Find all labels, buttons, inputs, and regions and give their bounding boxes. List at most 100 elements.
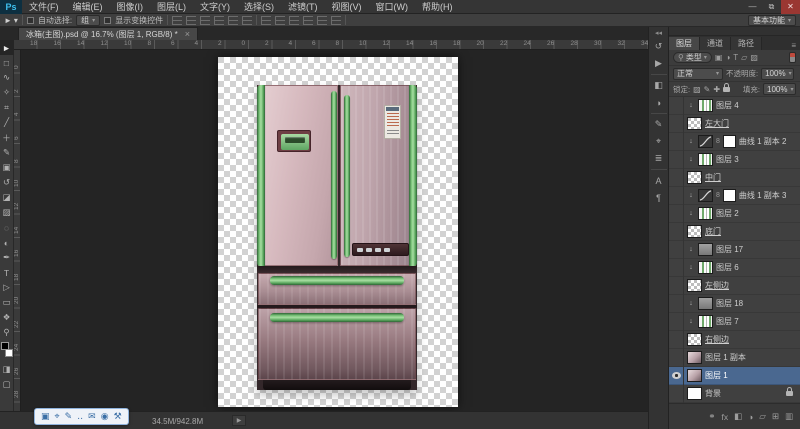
layer-thumbnail[interactable] — [698, 297, 713, 310]
blend-mode-dropdown[interactable]: 正常 ▾ — [673, 67, 723, 80]
horizontal-ruler[interactable]: 18 16 14 12 10 8 6 4 2 0 2 4 6 8 10 12 14 16 18 20 22 24 26 28 3… — [14, 40, 648, 50]
lock-transparent-icon[interactable]: ▨ — [693, 85, 701, 94]
layer-row[interactable]: 背景 — [669, 384, 800, 403]
layer-style-icon[interactable]: fx — [722, 412, 729, 422]
show-transform-checkbox[interactable] — [104, 16, 112, 24]
crop-tool[interactable]: ⌗ — [0, 100, 14, 115]
layer-thumbnail[interactable] — [687, 333, 702, 346]
type-filter-icon[interactable]: T — [733, 53, 738, 62]
adjustments-panel-icon[interactable]: ◑ — [650, 94, 668, 111]
brush-panel-icon[interactable]: ✎ — [650, 116, 668, 133]
layer-mask-thumbnail[interactable] — [722, 135, 736, 148]
gradient-tool[interactable]: ▨ — [0, 205, 14, 220]
menu-item[interactable]: 文件(F) — [22, 0, 66, 14]
screen-mode-button[interactable]: ▢ — [0, 377, 14, 392]
menu-item[interactable]: 窗口(W) — [369, 0, 416, 14]
tools-icon[interactable]: ⚒ — [114, 412, 122, 421]
layer-row[interactable]: ↓ 图层 6 — [669, 258, 800, 277]
person-icon[interactable]: ◉ — [101, 412, 109, 421]
delete-layer-icon[interactable]: ▥ — [785, 411, 793, 422]
opacity-dropdown[interactable]: 100% ▾ — [761, 67, 795, 80]
layer-row[interactable]: ↓ 图层 4 — [669, 97, 800, 115]
align-icon[interactable] — [228, 15, 239, 25]
path-selection-tool[interactable]: ▷ — [0, 280, 14, 295]
layer-visibility-toggle[interactable] — [669, 150, 684, 169]
distribute-icon[interactable] — [317, 15, 328, 25]
fill-dropdown[interactable]: 100% ▾ — [763, 83, 796, 95]
pen-icon[interactable]: ✎ — [65, 412, 73, 421]
actions-panel-icon[interactable]: ▶ — [650, 55, 668, 72]
layer-thumbnail[interactable] — [687, 387, 702, 400]
layer-visibility-toggle[interactable] — [669, 330, 684, 349]
layer-visibility-toggle[interactable] — [669, 312, 684, 331]
layer-visibility-toggle[interactable] — [669, 168, 684, 187]
blur-tool[interactable]: ◌ — [0, 220, 14, 235]
tab-close-icon[interactable]: × — [185, 29, 190, 39]
adjustment-filter-icon[interactable]: ◑ — [725, 53, 730, 62]
layer-visibility-toggle[interactable] — [669, 114, 684, 133]
layer-visibility-toggle[interactable] — [669, 204, 684, 223]
link-layers-icon[interactable]: ⚭ — [708, 411, 715, 422]
layer-row[interactable]: 底门 — [669, 222, 800, 241]
panel-tab-通道[interactable]: 通道 — [700, 37, 731, 50]
layer-row[interactable]: 图层 1 — [669, 366, 800, 385]
menu-item[interactable]: 文字(Y) — [193, 0, 237, 14]
auto-select-checkbox[interactable] — [26, 16, 34, 24]
message-icon[interactable]: ✉ — [88, 412, 96, 421]
layer-row[interactable]: ↓ 图层 18 — [669, 294, 800, 313]
quick-selection-tool[interactable]: ✧ — [0, 85, 14, 100]
layer-visibility-toggle[interactable] — [669, 222, 684, 241]
new-layer-icon[interactable]: ⊞ — [772, 411, 779, 422]
layer-thumbnail[interactable] — [698, 99, 713, 112]
ellipse-icon[interactable]: ⌖ — [55, 412, 60, 421]
menu-item[interactable]: 滤镜(T) — [281, 0, 325, 14]
smart-object-filter-icon[interactable]: ▨ — [750, 53, 758, 62]
distribute-icon[interactable] — [303, 15, 314, 25]
auto-select-dropdown[interactable]: 组 ▾ — [76, 14, 101, 26]
marquee-tool[interactable]: □ — [0, 55, 14, 70]
layer-visibility-toggle[interactable] — [669, 366, 684, 385]
curves-adjustment-icon[interactable] — [698, 189, 713, 202]
pen-tool[interactable]: ✒ — [0, 250, 14, 265]
zoom-tool[interactable]: ⚲ — [0, 325, 14, 340]
layer-visibility-toggle[interactable] — [669, 97, 684, 115]
layer-visibility-toggle[interactable] — [669, 240, 684, 259]
clone-stamp-tool[interactable]: ▣ — [0, 160, 14, 175]
foreground-color-swatch[interactable] — [0, 342, 9, 350]
distribute-icon[interactable] — [289, 15, 300, 25]
document-tab[interactable]: 冰箱(主图).psd @ 16.7% (图层 1, RGB/8) * × — [18, 27, 198, 40]
panel-menu-icon[interactable]: ≡ — [787, 41, 800, 50]
layer-thumbnail[interactable] — [687, 225, 702, 238]
layer-visibility-toggle[interactable] — [669, 294, 684, 313]
menu-item[interactable]: 选择(S) — [237, 0, 281, 14]
color-panel-icon[interactable]: ◧ — [650, 77, 668, 94]
clone-source-panel-icon[interactable]: ⌖ — [650, 133, 668, 150]
layer-row[interactable]: ↓ 8 曲线 1 副本 2 — [669, 132, 800, 151]
layer-row[interactable]: ↓ 图层 2 — [669, 204, 800, 223]
move-tool[interactable]: ► — [0, 40, 14, 55]
type-tool[interactable]: T — [0, 265, 14, 280]
layer-row[interactable]: ↓ 图层 7 — [669, 312, 800, 331]
align-icon[interactable] — [200, 15, 211, 25]
new-adjustment-icon[interactable]: ◑ — [748, 412, 753, 422]
lasso-tool[interactable]: ∿ — [0, 70, 14, 85]
align-icon[interactable] — [186, 15, 197, 25]
healing-brush-tool[interactable]: ＋ — [0, 130, 14, 145]
history-brush-tool[interactable]: ↺ — [0, 175, 14, 190]
distribute-icon[interactable] — [275, 15, 286, 25]
panel-tab-路径[interactable]: 路径 — [731, 37, 762, 50]
lock-all-icon[interactable] — [723, 82, 731, 92]
align-icon[interactable] — [214, 15, 225, 25]
layer-thumbnail[interactable] — [687, 279, 702, 292]
panel-dock-header[interactable] — [669, 27, 800, 36]
info-panel-icon[interactable]: ≣ — [650, 150, 668, 167]
workspace-switcher[interactable]: 基本功能 ▾ — [747, 14, 796, 26]
quick-mask-button[interactable]: ◨ — [0, 362, 14, 377]
filter-kind-dropdown[interactable]: ⚲ 类型 ▾ — [673, 52, 712, 63]
menu-item[interactable]: 图层(L) — [150, 0, 193, 14]
background-color-swatch[interactable] — [4, 349, 13, 357]
pixel-filter-icon[interactable]: ▣ — [715, 53, 723, 62]
layer-thumbnail[interactable] — [698, 153, 713, 166]
menu-item[interactable]: 编辑(E) — [66, 0, 110, 14]
align-icon[interactable] — [242, 15, 253, 25]
